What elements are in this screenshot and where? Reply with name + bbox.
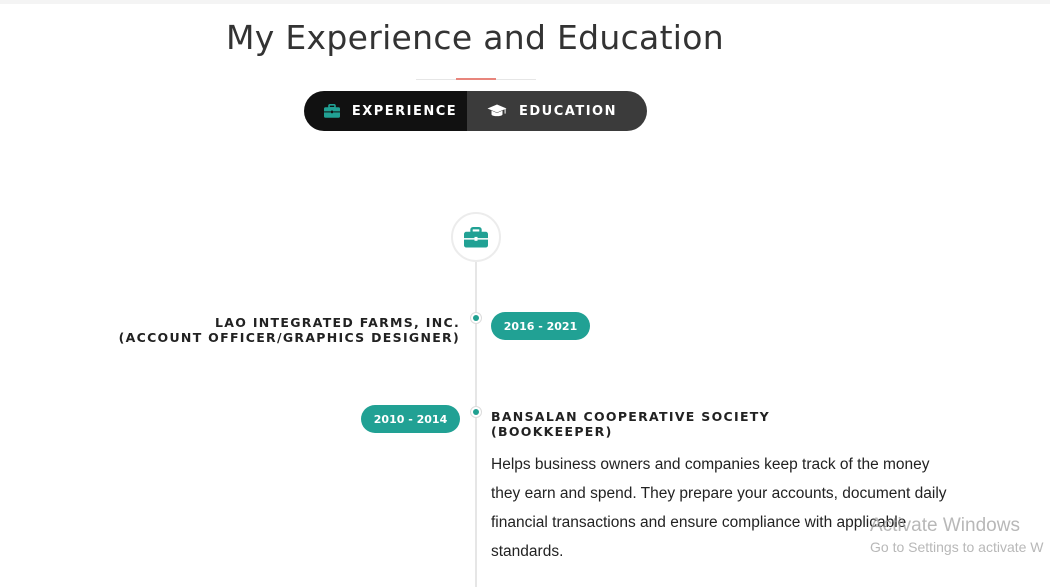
briefcase-icon — [464, 226, 488, 248]
watermark-title: Activate Windows — [870, 515, 1020, 536]
title-underline-accent — [456, 78, 496, 80]
education-tab[interactable]: EDUCATION — [467, 91, 647, 131]
experience-tab-label: EXPERIENCE — [351, 103, 458, 119]
year-badge: 2016 - 2021 — [491, 312, 590, 340]
timeline-entry-title: LAO INTEGRATED FARMS, INC. (ACCOUNT OFFI… — [119, 315, 460, 345]
timeline-dot — [470, 406, 482, 418]
year-badge: 2010 - 2014 — [361, 405, 460, 433]
timeline-line — [475, 260, 477, 587]
top-divider — [0, 0, 1050, 4]
experience-tab[interactable]: EXPERIENCE — [304, 91, 467, 131]
timeline-entry-title: BANSALAN COOPERATIVE SOCIETY (BOOKKEEPER… — [491, 409, 770, 439]
section-title: My Experience and Education — [226, 18, 724, 57]
education-tab-label: EDUCATION — [519, 103, 617, 119]
job-role: (ACCOUNT OFFICER/GRAPHICS DESIGNER) — [118, 330, 460, 345]
timeline-dot — [470, 312, 482, 324]
experience-education-toggle: EXPERIENCE EDUCATION — [304, 91, 647, 131]
briefcase-icon — [323, 104, 340, 118]
timeline-header-circle — [451, 212, 501, 262]
graduation-cap-icon — [487, 104, 507, 118]
company-name: BANSALAN COOPERATIVE SOCIETY — [491, 409, 770, 424]
windows-activation-watermark: Activate Windows Go to Settings to activ… — [870, 515, 1044, 555]
watermark-subtitle: Go to Settings to activate W — [870, 539, 1044, 555]
page: My Experience and Education EXPERIENCE E… — [0, 0, 1050, 587]
job-role: (BOOKKEEPER) — [491, 424, 613, 439]
company-name: LAO INTEGRATED FARMS, INC. — [215, 315, 460, 330]
